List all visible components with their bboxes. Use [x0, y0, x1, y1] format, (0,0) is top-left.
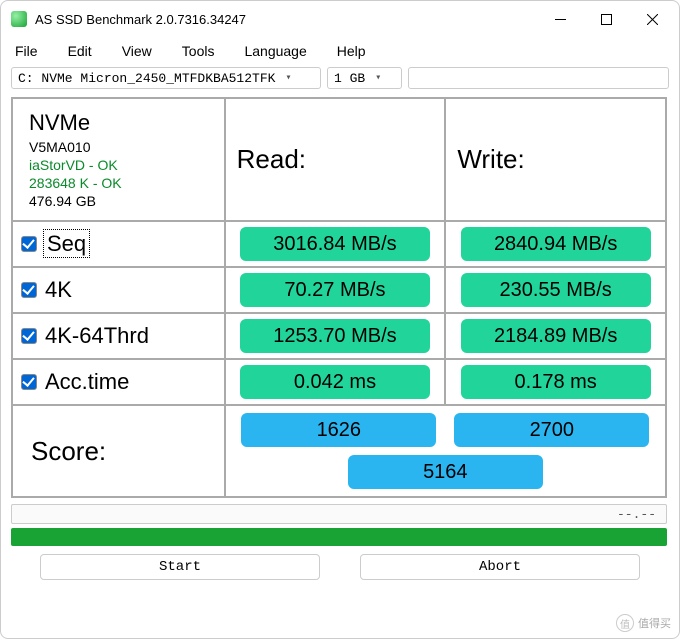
4k-checkbox[interactable] — [21, 282, 37, 298]
app-icon — [11, 11, 27, 27]
acc-label: Acc.time — [45, 369, 129, 395]
alignment-status: 283648 K - OK — [29, 174, 208, 192]
acc-checkbox[interactable] — [21, 374, 37, 390]
capacity: 476.94 GB — [29, 192, 208, 210]
seq-label: Seq — [45, 231, 88, 256]
size-select-value: 1 GB — [334, 71, 365, 86]
maximize-button[interactable] — [583, 3, 629, 35]
seq-write: 2840.94 MB/s — [461, 227, 651, 261]
device-type: NVMe — [29, 109, 208, 138]
read-header: Read: — [227, 144, 444, 175]
close-button[interactable] — [629, 3, 675, 35]
4k64-read: 1253.70 MB/s — [240, 319, 430, 353]
progress-bar — [11, 528, 667, 546]
chevron-down-icon: ▾ — [375, 72, 381, 84]
score-read: 1626 — [241, 413, 436, 447]
menu-language[interactable]: Language — [240, 41, 310, 61]
status-bar: --.-- — [11, 504, 667, 524]
score-total: 5164 — [348, 455, 543, 489]
4k-write: 230.55 MB/s — [461, 273, 651, 307]
titlebar: AS SSD Benchmark 2.0.7316.34247 — [1, 1, 679, 37]
toolbar: C: NVMe Micron_2450_MTFDKBA512TFK ▾ 1 GB… — [1, 65, 679, 95]
watermark-text: 值得买 — [638, 615, 671, 631]
window-controls — [537, 3, 675, 35]
acc-read: 0.042 ms — [240, 365, 430, 399]
button-row: Start Abort — [11, 554, 669, 580]
start-button[interactable]: Start — [40, 554, 320, 580]
4k64-checkbox[interactable] — [21, 328, 37, 344]
minimize-button[interactable] — [537, 3, 583, 35]
app-window: AS SSD Benchmark 2.0.7316.34247 File Edi… — [0, 0, 680, 639]
4k64-label: 4K-64Thrd — [45, 323, 149, 349]
seq-read: 3016.84 MB/s — [240, 227, 430, 261]
score-write: 2700 — [454, 413, 649, 447]
menu-edit[interactable]: Edit — [64, 41, 96, 61]
watermark-icon: 值 — [616, 614, 634, 632]
driver-status: iaStorVD - OK — [29, 156, 208, 174]
4k-read: 70.27 MB/s — [240, 273, 430, 307]
4k-label: 4K — [45, 277, 72, 303]
watermark: 值 值得买 — [616, 614, 671, 632]
size-select[interactable]: 1 GB ▾ — [327, 67, 402, 89]
seq-checkbox[interactable] — [21, 236, 37, 252]
drive-select-value: C: NVMe Micron_2450_MTFDKBA512TFK — [18, 71, 275, 86]
firmware-version: V5MA010 — [29, 138, 208, 156]
menu-help[interactable]: Help — [333, 41, 370, 61]
score-block: 1626 2700 5164 — [226, 413, 665, 489]
window-title: AS SSD Benchmark 2.0.7316.34247 — [35, 12, 537, 27]
menubar: File Edit View Tools Language Help — [1, 37, 679, 65]
score-label: Score: — [21, 436, 216, 467]
toolbar-spacer — [408, 67, 669, 89]
chevron-down-icon: ▾ — [285, 72, 291, 84]
abort-button[interactable]: Abort — [360, 554, 640, 580]
4k64-write: 2184.89 MB/s — [461, 319, 651, 353]
results-table: NVMe V5MA010 iaStorVD - OK 283648 K - OK… — [11, 97, 667, 498]
write-header: Write: — [447, 144, 664, 175]
menu-file[interactable]: File — [11, 41, 42, 61]
device-info: NVMe V5MA010 iaStorVD - OK 283648 K - OK… — [21, 103, 216, 216]
acc-write: 0.178 ms — [461, 365, 651, 399]
menu-view[interactable]: View — [118, 41, 156, 61]
menu-tools[interactable]: Tools — [178, 41, 219, 61]
drive-select[interactable]: C: NVMe Micron_2450_MTFDKBA512TFK ▾ — [11, 67, 321, 89]
status-text: --.-- — [617, 507, 656, 522]
